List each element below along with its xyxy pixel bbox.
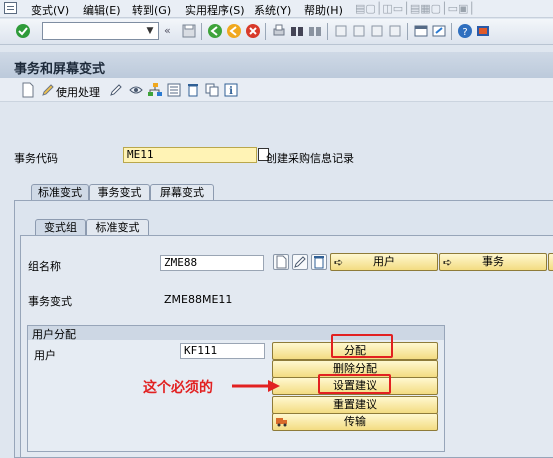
page-title: 事务和屏幕变式 xyxy=(14,62,106,77)
menu-bar: 变式(V) 编辑(E) 转到(G) 实用程序(S) 系统(Y) 帮助(H) ▤▢… xyxy=(0,0,553,18)
user-assignment-header xyxy=(28,326,444,340)
reset-suggestion-label: 重置建议 xyxy=(333,398,377,411)
users-button-label: 用户 xyxy=(373,255,395,268)
find-icon[interactable] xyxy=(289,23,305,39)
group-name-label: 组名称 xyxy=(28,260,61,273)
menu-variant[interactable]: 变式(V) xyxy=(31,2,69,18)
application-toolbar: 使用处理 i xyxy=(0,78,553,102)
save-icon[interactable] xyxy=(181,23,197,39)
back-icon[interactable] xyxy=(207,23,223,39)
user-value: KF111 xyxy=(184,344,218,357)
users-button[interactable]: ➪ 用户 xyxy=(330,253,438,271)
command-field[interactable]: ▼ xyxy=(42,22,159,40)
transport-button[interactable]: 传输 xyxy=(272,413,438,431)
group-name-input[interactable]: ZME88 xyxy=(160,255,264,271)
annotation-arrow xyxy=(232,380,280,392)
svg-text:i: i xyxy=(229,86,233,97)
new-document-icon[interactable] xyxy=(20,82,36,98)
menu-disabled-icons: ▤▢│◫▭│▤▦▢│▭▣│ xyxy=(355,2,476,15)
tab-transaction-variant[interactable]: 事务变式 xyxy=(89,184,150,201)
list-icon[interactable] xyxy=(166,82,182,98)
transport-button-label: 传输 xyxy=(344,415,366,428)
more-button[interactable]: ➪ xyxy=(548,253,553,271)
assign-button[interactable]: 分配 xyxy=(272,342,438,360)
menu-system[interactable]: 系统(Y) xyxy=(254,2,291,18)
new-session-icon[interactable] xyxy=(413,23,429,39)
delete-trash-icon[interactable] xyxy=(185,82,201,98)
info-icon[interactable]: i xyxy=(223,82,239,98)
group-name-value: ZME88 xyxy=(164,256,198,269)
window-menu-icon[interactable] xyxy=(4,2,17,14)
transaction-variant-label: 事务变式 xyxy=(28,295,72,308)
enter-check-icon[interactable] xyxy=(15,23,31,39)
previous-page-icon[interactable] xyxy=(351,23,367,39)
transactions-button-label: 事务 xyxy=(482,255,504,268)
double-chevron-left-icon[interactable]: « xyxy=(164,24,171,37)
transaction-code-label: 事务代码 xyxy=(14,152,58,165)
customize-layout-icon[interactable] xyxy=(475,23,491,39)
menu-goto[interactable]: 转到(G) xyxy=(132,2,171,18)
arrow-right-icon: ➪ xyxy=(334,256,344,269)
annotation-text: 这个必须的 xyxy=(143,380,213,396)
svg-text:?: ? xyxy=(462,27,467,38)
shortcut-icon[interactable] xyxy=(431,23,447,39)
menu-help[interactable]: 帮助(H) xyxy=(304,2,343,18)
cancel-icon[interactable] xyxy=(245,23,261,39)
transactions-button[interactable]: ➪ 事务 xyxy=(439,253,547,271)
first-page-icon[interactable] xyxy=(333,23,349,39)
title-bar: 事务和屏幕变式 xyxy=(0,52,553,78)
standard-toolbar: ▼ « ? xyxy=(0,19,553,45)
tab-screen-variant[interactable]: 屏幕变式 xyxy=(150,184,214,201)
assign-button-label: 分配 xyxy=(344,344,366,357)
edit-icon[interactable] xyxy=(108,82,124,98)
menu-edit[interactable]: 编辑(E) xyxy=(83,2,121,18)
use-handling-button[interactable]: 使用处理 xyxy=(56,84,100,100)
chevron-down-icon[interactable]: ▼ xyxy=(144,25,156,37)
find-next-icon[interactable] xyxy=(307,23,323,39)
delete-assignment-label: 删除分配 xyxy=(333,362,377,375)
hierarchy-icon[interactable] xyxy=(147,82,163,98)
user-label: 用户 xyxy=(34,349,56,362)
set-suggestion-button[interactable]: 设置建议 xyxy=(272,377,438,395)
transaction-variant-value: ZME88ME11 xyxy=(164,293,233,306)
display-change-icon[interactable] xyxy=(128,82,144,98)
set-suggestion-label: 设置建议 xyxy=(333,379,377,392)
delete-assignment-button[interactable]: 删除分配 xyxy=(272,360,438,378)
edit-group-icon[interactable] xyxy=(292,254,308,270)
transaction-code-input[interactable]: ME11 xyxy=(123,147,257,163)
user-input[interactable]: KF111 xyxy=(180,343,265,359)
help-icon[interactable]: ? xyxy=(457,23,473,39)
reset-suggestion-button[interactable]: 重置建议 xyxy=(272,396,438,414)
pencil-icon[interactable] xyxy=(40,82,56,98)
subtab-variant-group[interactable]: 变式组 xyxy=(35,219,86,236)
last-page-icon[interactable] xyxy=(387,23,403,39)
transaction-code-value: ME11 xyxy=(127,148,154,161)
transaction-description: 创建采购信息记录 xyxy=(266,152,354,165)
tab-standard-variant[interactable]: 标准变式 xyxy=(31,184,89,201)
exit-icon[interactable] xyxy=(226,23,242,39)
create-group-icon[interactable] xyxy=(273,254,289,270)
user-assignment-title: 用户分配 xyxy=(32,328,76,341)
arrow-right-icon: ➪ xyxy=(443,256,453,269)
copy-icon[interactable] xyxy=(204,82,220,98)
print-icon[interactable] xyxy=(271,23,287,39)
subtab-standard-variant[interactable]: 标准变式 xyxy=(86,219,149,236)
truck-icon xyxy=(276,415,288,432)
menu-utilities[interactable]: 实用程序(S) xyxy=(185,2,245,18)
delete-group-icon[interactable] xyxy=(311,254,327,270)
next-page-icon[interactable] xyxy=(369,23,385,39)
